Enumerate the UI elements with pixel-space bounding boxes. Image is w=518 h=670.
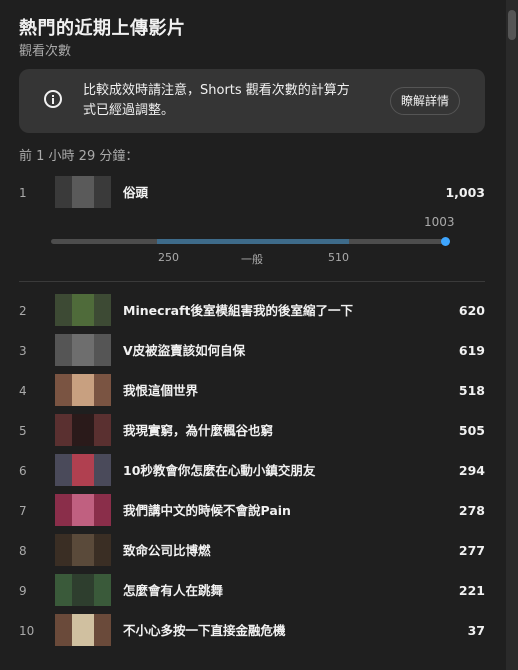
notice-text: 比較成效時請注意，Shorts 觀看次數的計算方式已經過調整。: [83, 83, 350, 118]
video-title[interactable]: 我現實窮，為什麼楓谷也窮: [123, 414, 273, 448]
current-value-marker: [441, 237, 450, 246]
video-views: 294: [458, 463, 485, 478]
video-title[interactable]: 我恨這個世界: [123, 374, 198, 408]
video-views: 619: [458, 343, 485, 358]
range-low-label: 250: [158, 251, 179, 264]
video-rank: 1: [19, 186, 27, 200]
video-thumbnail[interactable]: [55, 494, 111, 526]
video-thumbnail[interactable]: [55, 176, 111, 208]
video-title[interactable]: 我們講中文的時候不會說Pain: [123, 494, 291, 528]
video-rank: 7: [19, 504, 27, 518]
video-title[interactable]: 致命公司比博燃: [123, 534, 211, 568]
top-recent-videos-card: 熱門的近期上傳影片 觀看次數 比較成效時請注意，Shorts 觀看次數的計算方式…: [0, 0, 506, 670]
video-rank: 5: [19, 424, 27, 438]
video-row[interactable]: 9 怎麼會有人在跳舞 221: [0, 574, 506, 608]
video-row-top[interactable]: 1 俗頭 1,003: [0, 176, 506, 210]
video-rank: 8: [19, 544, 27, 558]
range-current-value: 1003: [424, 215, 455, 229]
video-thumbnail[interactable]: [55, 534, 111, 566]
card-title: 熱門的近期上傳影片: [19, 18, 186, 39]
video-row[interactable]: 3 V皮被盜賣該如何自保 619: [0, 334, 506, 368]
video-rank: 9: [19, 584, 27, 598]
video-row[interactable]: 8 致命公司比博燃 277: [0, 534, 506, 568]
video-title[interactable]: 不小心多按一下直接金融危機: [123, 614, 286, 648]
info-icon: [44, 90, 62, 108]
video-row[interactable]: 5 我現實窮，為什麼楓谷也窮 505: [0, 414, 506, 448]
video-rank: 2: [19, 304, 27, 318]
video-thumbnail[interactable]: [55, 574, 111, 606]
video-title[interactable]: 10秒教會你怎麼在心動小鎮交朋友: [123, 454, 315, 488]
video-row[interactable]: 6 10秒教會你怎麼在心動小鎮交朋友 294: [0, 454, 506, 488]
typical-range-fill: [157, 239, 349, 244]
video-rank: 10: [19, 624, 35, 638]
video-rank: 3: [19, 344, 27, 358]
video-row[interactable]: 4 我恨這個世界 518: [0, 374, 506, 408]
video-views: 37: [467, 623, 485, 638]
video-title[interactable]: V皮被盜賣該如何自保: [123, 334, 245, 368]
video-rank: 4: [19, 384, 27, 398]
card-subtitle: 觀看次數: [19, 44, 72, 59]
video-views: 505: [458, 423, 485, 438]
video-title[interactable]: 怎麼會有人在跳舞: [123, 574, 223, 608]
timespan-label: 前 1 小時 29 分鐘：: [19, 149, 139, 164]
video-views: 278: [458, 503, 485, 518]
video-thumbnail[interactable]: [55, 374, 111, 406]
video-thumbnail[interactable]: [55, 454, 111, 486]
video-row[interactable]: 7 我們講中文的時候不會說Pain 278: [0, 494, 506, 528]
video-views: 518: [458, 383, 485, 398]
video-row[interactable]: 2 Minecraft後室模組害我的後室縮了一下 620: [0, 294, 506, 328]
video-thumbnail[interactable]: [55, 334, 111, 366]
video-title[interactable]: 俗頭: [123, 176, 148, 210]
video-views: 277: [458, 543, 485, 558]
video-rank: 6: [19, 464, 27, 478]
range-high-label: 510: [328, 251, 349, 264]
learn-more-button[interactable]: 瞭解詳情: [390, 87, 460, 115]
scrollbar[interactable]: [506, 0, 518, 670]
video-views: 1,003: [445, 185, 485, 200]
video-thumbnail[interactable]: [55, 294, 111, 326]
range-typical-label: 一般: [241, 253, 263, 266]
video-row[interactable]: 10 不小心多按一下直接金融危機 37: [0, 614, 506, 648]
video-views: 620: [458, 303, 485, 318]
video-thumbnail[interactable]: [55, 614, 111, 646]
shorts-notice-banner: 比較成效時請注意，Shorts 觀看次數的計算方式已經過調整。 瞭解詳情: [19, 69, 485, 133]
video-thumbnail[interactable]: [55, 414, 111, 446]
typical-range-bar: [51, 239, 446, 244]
divider: [19, 281, 485, 282]
scrollbar-thumb[interactable]: [508, 10, 516, 40]
video-views: 221: [458, 583, 485, 598]
video-title[interactable]: Minecraft後室模組害我的後室縮了一下: [123, 294, 353, 328]
